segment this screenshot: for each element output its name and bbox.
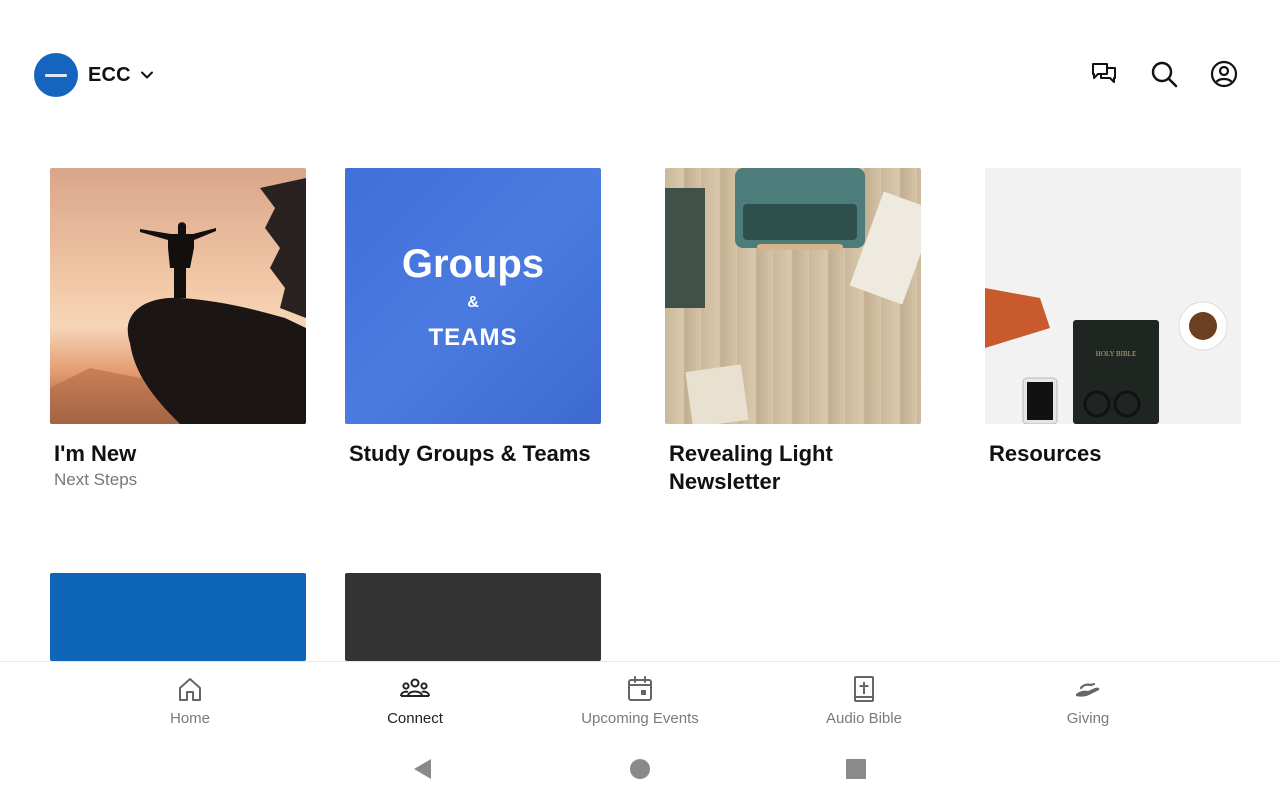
groups-image-heading: Groups: [401, 242, 545, 286]
account-icon: [1210, 60, 1238, 88]
chat-icon: [1092, 63, 1116, 83]
card-image-typewriter: [665, 168, 921, 424]
card-resources[interactable]: HOLY BIBLE Resources: [985, 168, 1241, 468]
card-blue-tile[interactable]: [50, 573, 306, 661]
card-title: I'm New: [54, 441, 137, 466]
back-triangle-icon[interactable]: [411, 757, 435, 781]
nav-connect[interactable]: Connect: [335, 674, 495, 727]
header-actions: [1088, 58, 1240, 90]
card-im-new[interactable]: I'm New Next Steps: [50, 168, 306, 490]
bible-icon: [854, 676, 874, 702]
card-subtitle: Next Steps: [54, 470, 138, 489]
calendar-icon: [628, 676, 652, 701]
people-icon: [400, 678, 430, 697]
card-title: Study Groups & Teams: [349, 441, 591, 466]
nav-upcoming-events-label: Upcoming Events: [581, 710, 699, 727]
nav-home-label: Home: [169, 710, 210, 727]
search-icon: [1151, 61, 1178, 88]
nav-giving-label: Giving: [1066, 710, 1110, 727]
card-title: Resources: [989, 441, 1102, 466]
nav-connect-label: Connect: [387, 710, 443, 727]
card-title: Revealing Light Newsletter: [669, 441, 833, 494]
recents-square-icon[interactable]: [844, 757, 868, 781]
search-button[interactable]: [1148, 58, 1180, 90]
chat-button[interactable]: [1088, 58, 1120, 90]
card-dark-tile[interactable]: [345, 573, 601, 661]
church-logo: [34, 53, 78, 97]
chevron-down-icon: [140, 71, 153, 79]
card-study-groups[interactable]: Groups & TEAMS Study Groups & Teams: [345, 168, 601, 468]
card-newsletter[interactable]: Revealing Light Newsletter: [665, 168, 921, 496]
card-image-blue: [50, 573, 306, 661]
bottom-navigation: Home Connect Upcoming Events Audio Bible…: [0, 661, 1280, 741]
nav-home[interactable]: Home: [110, 674, 270, 727]
nav-giving[interactable]: Giving: [1008, 674, 1168, 727]
nav-upcoming-events[interactable]: Upcoming Events: [560, 674, 720, 727]
church-name: ECC: [88, 63, 131, 86]
system-navigation-bar: [0, 741, 1280, 800]
card-image-bible-desk: HOLY BIBLE: [985, 168, 1241, 424]
home-circle-icon[interactable]: [628, 757, 652, 781]
app-header: ECC: [0, 0, 1280, 150]
home-icon: [179, 678, 201, 701]
card-image-groups: Groups & TEAMS: [345, 168, 601, 424]
account-button[interactable]: [1208, 58, 1240, 90]
groups-image-ampersand: &: [467, 294, 479, 311]
nav-audio-bible[interactable]: Audio Bible: [784, 674, 944, 727]
groups-image-subheading: TEAMS: [428, 324, 518, 351]
giving-hand-icon: [1076, 682, 1100, 697]
church-switcher[interactable]: ECC: [34, 53, 155, 97]
bible-cover-text: HOLY BIBLE: [1096, 350, 1136, 358]
nav-audio-bible-label: Audio Bible: [826, 710, 902, 727]
card-image-dark: [345, 573, 601, 661]
card-image-silhouette: [50, 168, 306, 424]
